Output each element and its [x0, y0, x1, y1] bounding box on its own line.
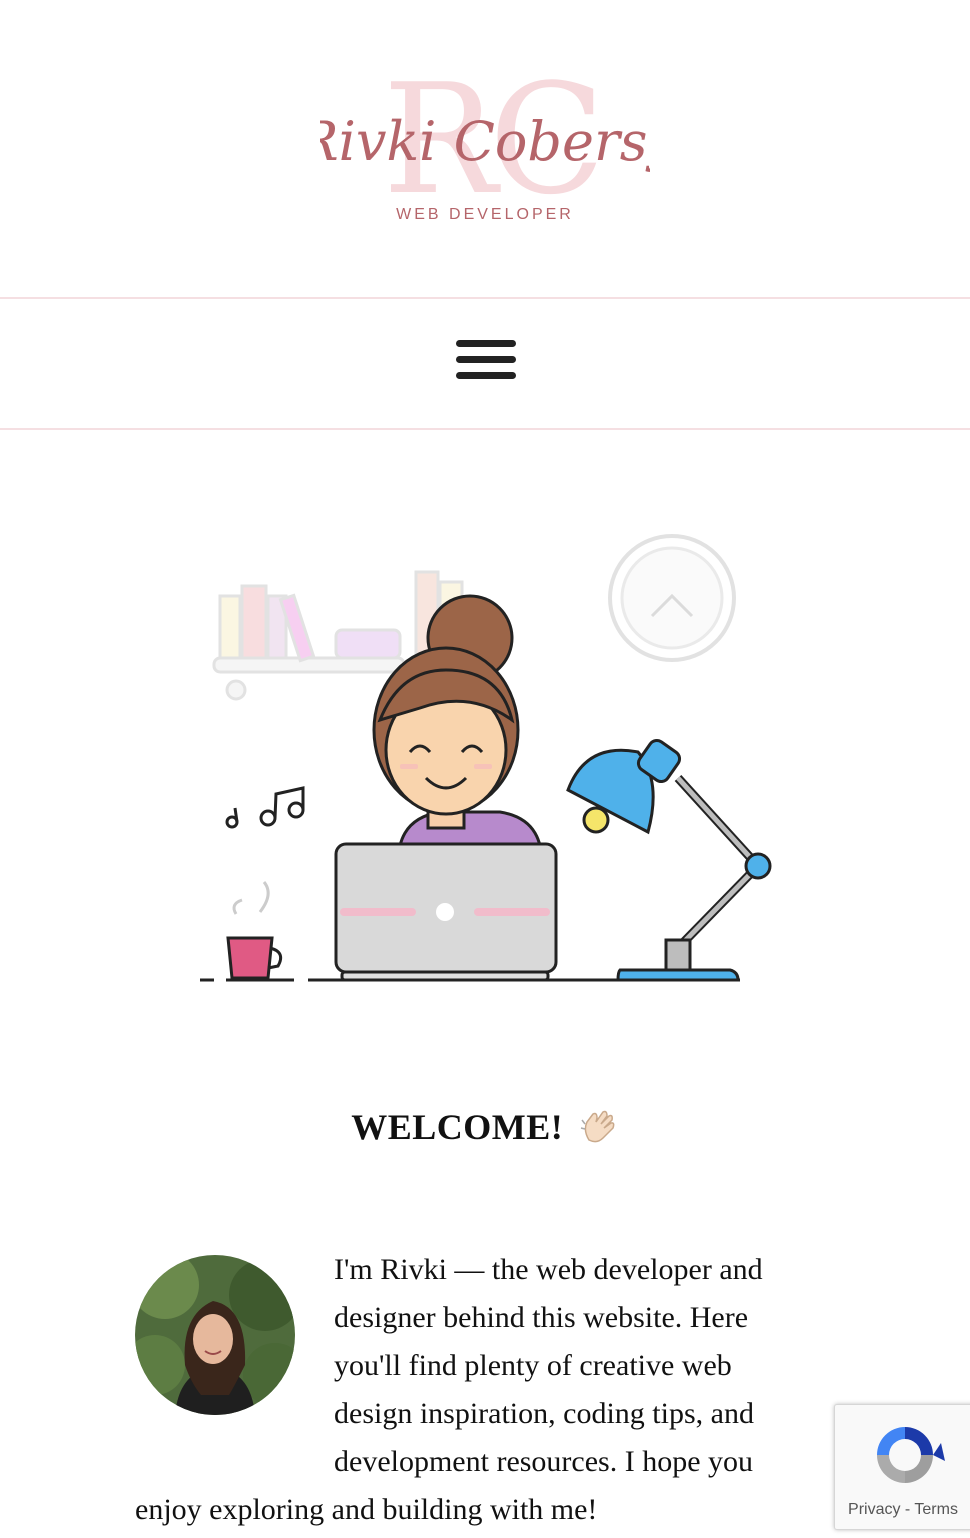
developer-at-desk-illustration	[190, 520, 790, 1000]
intro-paragraph: I'm Rivki — the web developer and design…	[135, 1246, 805, 1534]
logo-graphic: RC Rivki Cobersy	[320, 70, 650, 210]
site-header: RC Rivki Cobersy WEB DEVELOPER	[0, 0, 970, 298]
recaptcha-badge[interactable]: Privacy - Terms	[834, 1404, 970, 1530]
logo-subtitle: WEB DEVELOPER	[396, 206, 574, 223]
music-notes-icon	[225, 786, 305, 829]
coffee-mug-icon	[226, 881, 283, 980]
desk-lamp-icon	[566, 738, 772, 982]
links-separator: -	[900, 1501, 915, 1518]
recaptcha-links: Privacy - Terms	[835, 1501, 970, 1519]
menu-bar	[456, 356, 516, 363]
recaptcha-logo-icon	[877, 1427, 945, 1483]
menu-bar	[456, 340, 516, 347]
laptop-icon	[334, 842, 558, 982]
site-logo[interactable]: RC Rivki Cobersy WEB DEVELOPER	[320, 70, 650, 240]
waving-hand-icon	[579, 1106, 619, 1155]
privacy-link[interactable]: Privacy	[848, 1501, 900, 1518]
header-divider	[0, 297, 970, 299]
nav-divider	[0, 428, 970, 430]
menu-bar	[456, 372, 516, 379]
clock-icon	[608, 534, 736, 662]
hamburger-menu-icon[interactable]	[452, 336, 520, 392]
welcome-heading: WELCOME!	[0, 1106, 970, 1155]
terms-link[interactable]: Terms	[914, 1501, 958, 1518]
logo-script-name: Rivki Cobersy	[320, 110, 650, 173]
welcome-heading-text: WELCOME!	[351, 1107, 564, 1147]
